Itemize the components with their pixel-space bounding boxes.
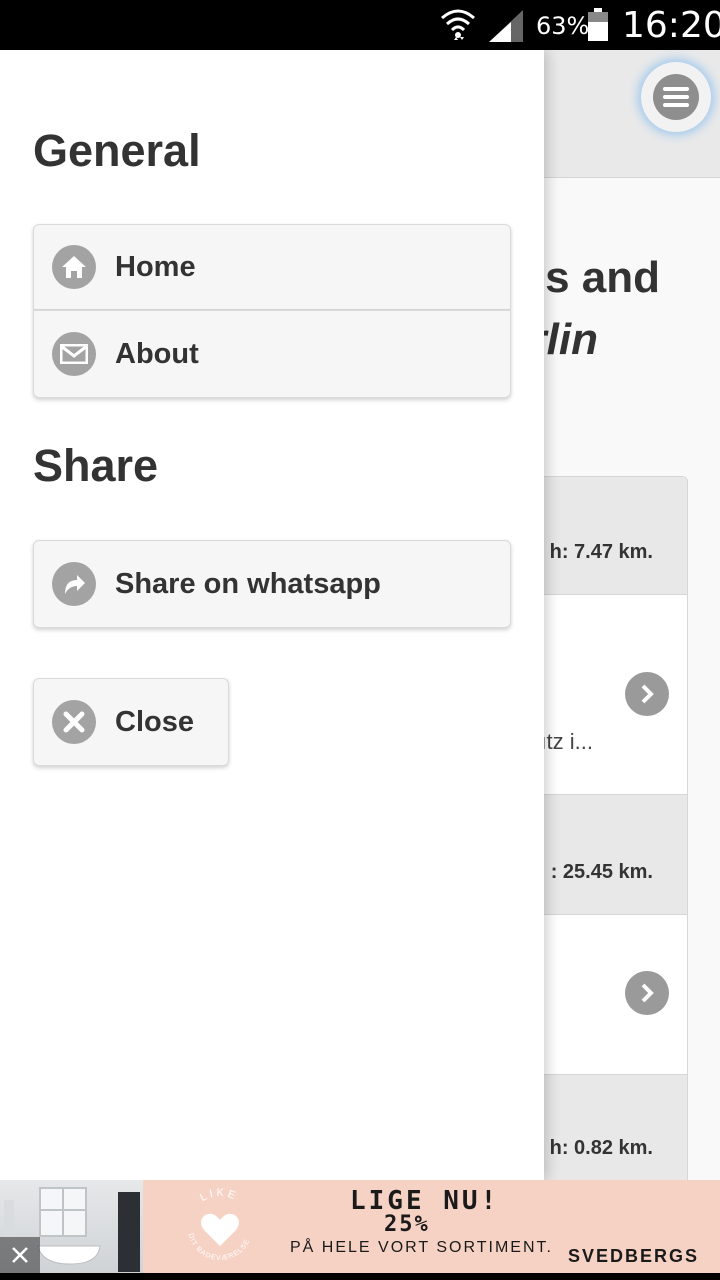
ad-banner[interactable]: LIKE DIT BADEVÆRELSE LIGE NU! 25% PÅ HEL… [0, 1180, 720, 1273]
chevron-right-icon[interactable] [625, 971, 669, 1015]
status-bar: 63% 16:20 [0, 0, 720, 50]
about-label: About [115, 337, 199, 370]
share-forward-icon [52, 562, 96, 606]
menu-button[interactable] [641, 62, 711, 132]
close-label: Close [115, 705, 194, 738]
share-whatsapp-button[interactable]: Share on whatsapp [33, 540, 511, 628]
home-label: Home [115, 250, 196, 283]
svg-text:LIKE: LIKE [198, 1187, 240, 1204]
general-heading: General [33, 125, 201, 176]
bottom-bar [0, 1273, 720, 1280]
close-button[interactable]: Close [33, 678, 229, 766]
share-heading: Share [33, 440, 159, 491]
chevron-right-icon[interactable] [625, 672, 669, 716]
battery-icon [587, 8, 609, 47]
distance-label: h: 7.47 km. [549, 541, 653, 563]
ad-percent: 25% [384, 1212, 430, 1237]
clock: 16:20 [622, 5, 720, 46]
hamburger-icon [653, 74, 699, 120]
ad-heart-badge: LIKE DIT BADEVÆRELSE [178, 1184, 262, 1268]
about-button[interactable]: About [33, 310, 511, 398]
mail-icon [52, 332, 96, 376]
ad-close-button[interactable] [0, 1237, 40, 1273]
battery-percent: 63% [536, 12, 590, 40]
close-icon [52, 700, 96, 744]
distance-label: h: 0.82 km. [549, 1137, 653, 1159]
ad-offer-line: PÅ HELE VORT SORTIMENT. [290, 1239, 553, 1256]
cell-signal-icon [489, 10, 523, 47]
ad-badge-top-text: LIKE [198, 1187, 237, 1204]
home-button[interactable]: Home [33, 224, 511, 310]
home-icon [52, 245, 96, 289]
item-description: ıtz i... [540, 729, 593, 754]
wifi-icon [440, 8, 476, 47]
distance-label: : 25.45 km. [550, 861, 653, 883]
ad-brand-logo: SVEDBERGS [568, 1246, 700, 1266]
whatsapp-label: Share on whatsapp [115, 567, 381, 600]
side-panel: General Home About Share Share on whatsa… [0, 50, 544, 1180]
